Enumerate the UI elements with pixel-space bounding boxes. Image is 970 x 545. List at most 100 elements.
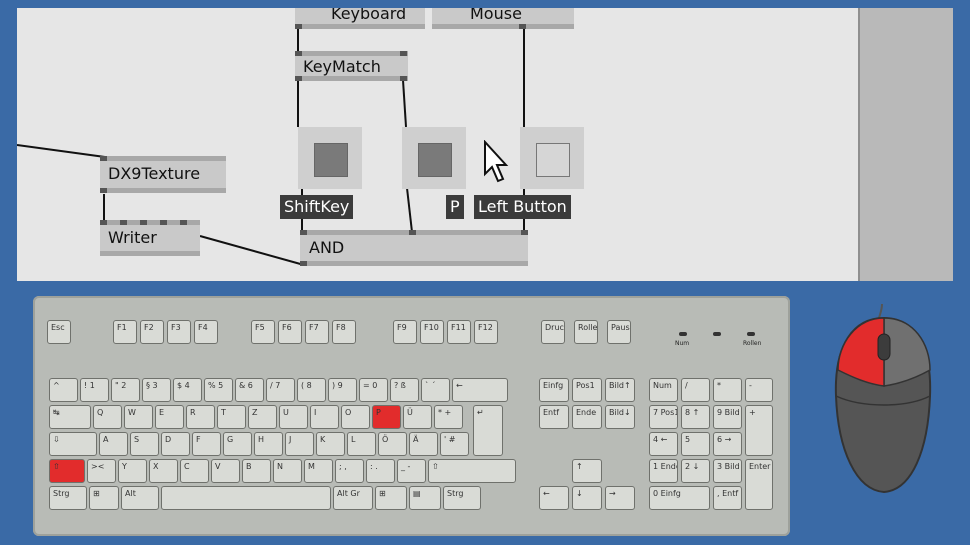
dx9texture-node[interactable]: DX9Texture — [100, 156, 226, 193]
keyboard-key: 6 → — [713, 432, 742, 456]
keyboard-key: 7 Pos1 — [649, 405, 678, 429]
keyboard-key: S — [130, 432, 159, 456]
keyboard-key: F8 — [332, 320, 356, 344]
outlet-pin[interactable] — [295, 24, 302, 29]
keyboard-key: 3 Bild↓ — [713, 459, 742, 483]
patch-canvas[interactable]: Keyboard Mouse KeyMatch ShiftKey P Left … — [17, 8, 953, 281]
keyboard-key — [161, 486, 331, 510]
left-button-toggle[interactable] — [520, 127, 584, 189]
node-outlet-bar — [100, 188, 226, 193]
p-key-toggle[interactable] — [402, 127, 466, 189]
keyboard-key: ▤ — [409, 486, 441, 510]
inlet-pin[interactable] — [120, 220, 127, 225]
keyboard-key: ) 9 — [328, 378, 357, 402]
keyboard-key: >< — [87, 459, 116, 483]
keyboard-key: $ 4 — [173, 378, 202, 402]
keyboard-key: X — [149, 459, 178, 483]
keymatch-node[interactable]: KeyMatch — [295, 51, 408, 81]
writer-node[interactable]: Writer — [100, 220, 200, 256]
keyboard-key: ' # — [440, 432, 469, 456]
inlet-pin[interactable] — [100, 156, 107, 161]
inlet-pin[interactable] — [140, 220, 147, 225]
inlet-pin[interactable] — [409, 230, 416, 235]
keyboard-key: 0 Einfg — [649, 486, 710, 510]
keyboard-key: T — [217, 405, 246, 429]
inlet-pin[interactable] — [400, 51, 407, 56]
keyboard-key: Rollen — [574, 320, 598, 344]
keyboard-key: * — [713, 378, 742, 402]
toggle-indicator — [536, 143, 570, 177]
status-led — [679, 332, 687, 336]
keyboard-key: 4 ← — [649, 432, 678, 456]
keyboard-key: 9 Bild↑ — [713, 405, 742, 429]
keyboard-key: P — [372, 405, 401, 429]
keyboard-key: F9 — [393, 320, 417, 344]
keyboard-key: G — [223, 432, 252, 456]
keyboard-key: ⇩ — [49, 432, 97, 456]
keyboard-key: F1 — [113, 320, 137, 344]
keyboard-key: Ü — [403, 405, 432, 429]
keyboard-key: 1 Ende — [649, 459, 678, 483]
keyboard-key: Ä — [409, 432, 438, 456]
keyboard-key: § 3 — [142, 378, 171, 402]
keyboard-key: C — [180, 459, 209, 483]
keymatch-node-label: KeyMatch — [303, 57, 381, 76]
keyboard-key: F5 — [251, 320, 275, 344]
keyboard-key: 8 ↑ — [681, 405, 710, 429]
keyboard-key: Y — [118, 459, 147, 483]
keyboard-key: % 5 — [204, 378, 233, 402]
led-label: Rollen — [743, 340, 762, 347]
outlet-pin[interactable] — [300, 261, 307, 266]
keyboard-key: K — [316, 432, 345, 456]
inlet-pin[interactable] — [521, 230, 528, 235]
mouse-node[interactable]: Mouse — [432, 8, 574, 29]
keyboard-key: + — [745, 405, 773, 456]
outlet-pin[interactable] — [400, 76, 407, 81]
keyboard-key: H — [254, 432, 283, 456]
outlet-pin[interactable] — [295, 76, 302, 81]
keyboard-key: & 6 — [235, 378, 264, 402]
status-led — [713, 332, 721, 336]
keyboard-key: ↹ — [49, 405, 91, 429]
keyboard-key: ? ß — [390, 378, 419, 402]
keyboard-key: ← — [539, 486, 569, 510]
keyboard-key: Strg — [443, 486, 481, 510]
shiftkey-toggle[interactable] — [298, 127, 362, 189]
keyboard-key: Strg — [49, 486, 87, 510]
keyboard-key: → — [605, 486, 635, 510]
keyboard-key: Einfg — [539, 378, 569, 402]
keyboard-node[interactable]: Keyboard — [295, 8, 425, 29]
keyboard-key: Bild↑ — [605, 378, 635, 402]
keyboard-key: L — [347, 432, 376, 456]
keyboard-key: Entf — [539, 405, 569, 429]
keyboard-key: Pos1 — [572, 378, 602, 402]
keyboard-key: B — [242, 459, 271, 483]
keyboard-key: J — [285, 432, 314, 456]
inlet-pin[interactable] — [180, 220, 187, 225]
keyboard-key: Bild↓ — [605, 405, 635, 429]
mouse-illustration — [832, 300, 936, 500]
keyboard-key: _ - — [397, 459, 426, 483]
keyboard-key: ⇧ — [49, 459, 85, 483]
p-label-tag: P — [446, 195, 464, 219]
keyboard-key: ( 8 — [297, 378, 326, 402]
inlet-pin[interactable] — [100, 220, 107, 225]
and-node[interactable]: AND — [300, 230, 528, 266]
keyboard-key: A — [99, 432, 128, 456]
wire — [199, 235, 305, 266]
outlet-pin[interactable] — [519, 24, 526, 29]
node-outlet-bar — [432, 24, 574, 29]
keyboard-key: Alt Gr — [333, 486, 373, 510]
inlet-pin[interactable] — [160, 220, 167, 225]
left-button-label-tag: Left Button — [474, 195, 571, 219]
keyboard-key: ⇧ — [428, 459, 516, 483]
keyboard-key: ` ´ — [421, 378, 450, 402]
inlet-pin[interactable] — [300, 230, 307, 235]
keyboard-illustration: EscF1F2F3F4F5F6F7F8F9F10F11F12DruckRolle… — [33, 296, 790, 536]
keyboard-key: F12 — [474, 320, 498, 344]
outlet-pin[interactable] — [100, 188, 107, 193]
inlet-pin[interactable] — [295, 51, 302, 56]
vertical-scrollbar[interactable] — [858, 8, 953, 281]
and-node-label: AND — [309, 238, 345, 257]
node-outlet-bar — [100, 251, 200, 256]
